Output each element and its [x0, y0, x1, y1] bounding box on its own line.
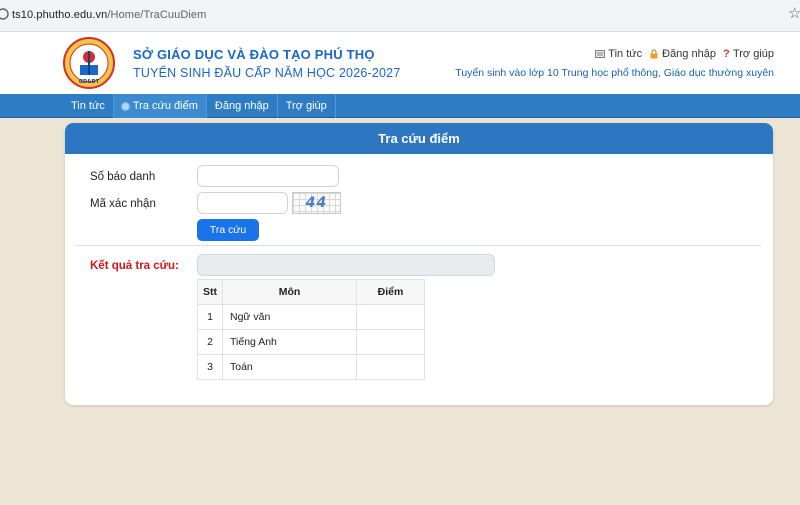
cell-stt: 2	[197, 329, 223, 355]
nav-item-score-lookup[interactable]: Tra cứu điểm	[113, 94, 207, 118]
bookmark-star-icon[interactable]: ☆	[788, 6, 800, 21]
col-mon: Môn	[222, 279, 357, 305]
site-info-icon[interactable]	[0, 7, 10, 21]
score-lookup-card: Tra cứu điểm Số báo danh Mã xác nhận 44 …	[65, 123, 773, 405]
lookup-button[interactable]: Tra cứu	[197, 219, 259, 241]
nav-item-login[interactable]: Đăng nhập	[207, 94, 278, 118]
url-path: /Home/TraCuuDiem	[107, 9, 207, 21]
site-subtitle-year: TUYỂN SINH ĐẦU CẤP NĂM HỌC 2026-2027	[133, 66, 401, 80]
toplink-help[interactable]: ? Trợ giúp	[723, 48, 774, 60]
toplink-help-label: Trợ giúp	[732, 48, 774, 60]
cell-stt: 1	[197, 304, 223, 330]
result-label: Kết quả tra cứu:	[90, 260, 179, 272]
cell-stt: 3	[197, 354, 223, 380]
divider	[75, 245, 761, 246]
cell-mon: Toán	[222, 354, 357, 380]
nav-item-label: Tin tức	[71, 100, 105, 112]
col-stt: Stt	[197, 279, 223, 305]
cell-diem	[356, 354, 425, 380]
lock-icon	[650, 49, 658, 59]
table-row: 2 Tiếng Anh	[197, 329, 425, 355]
nav-item-label: Trợ giúp	[285, 100, 327, 112]
table-header-row: Stt Môn Điểm	[197, 279, 425, 305]
newspaper-icon	[595, 50, 606, 58]
dot-icon	[121, 102, 129, 110]
url-field[interactable]: ts10.phutho.edu.vn/Home/TraCuuDiem	[12, 9, 206, 21]
cell-diem	[356, 329, 425, 355]
svg-text:GD&ĐT: GD&ĐT	[79, 79, 100, 85]
table-row: 3 Toán	[197, 354, 425, 380]
cell-diem	[356, 304, 425, 330]
main-nav: Tin tức Tra cứu điểm Đăng nhập Trợ giúp	[0, 94, 800, 118]
nav-item-help[interactable]: Trợ giúp	[278, 94, 336, 118]
card-heading: Tra cứu điểm	[65, 123, 773, 154]
browser-address-bar: ts10.phutho.edu.vn/Home/TraCuuDiem ☆	[0, 0, 800, 32]
toplink-news[interactable]: Tin tức	[595, 48, 642, 60]
col-diem: Điểm	[356, 279, 425, 305]
result-field	[197, 254, 495, 276]
cell-mon: Tiếng Anh	[222, 329, 357, 355]
sbd-label: Số báo danh	[90, 171, 156, 183]
toplink-login[interactable]: Đăng nhập	[649, 48, 716, 60]
toplink-news-label: Tin tức	[608, 48, 643, 60]
table-row: 1 Ngữ văn	[197, 304, 425, 330]
site-header: GD&ĐT SỞ GIÁO DỤC VÀ ĐÀO TẠO PHÚ THỌ TUY…	[0, 32, 800, 94]
captcha-label: Mã xác nhận	[90, 198, 156, 210]
cell-mon: Ngữ văn	[222, 304, 357, 330]
nav-item-label: Tra cứu điểm	[132, 100, 198, 112]
url-host: ts10.phutho.edu.vn	[12, 9, 108, 21]
nav-item-news[interactable]: Tin tức	[63, 94, 114, 118]
scores-table: Stt Môn Điểm 1 Ngữ văn 2 Tiếng Anh 3 Toá…	[197, 279, 425, 380]
site-title: SỞ GIÁO DỤC VÀ ĐÀO TẠO PHÚ THỌ	[133, 47, 375, 62]
captcha-image[interactable]: 44	[292, 192, 341, 214]
header-tagline: Tuyển sinh vào lớp 10 Trung học phổ thôn…	[455, 67, 774, 79]
question-icon: ?	[722, 48, 730, 60]
top-links: Tin tức Đăng nhập ? Trợ giúp	[595, 48, 774, 60]
captcha-input[interactable]	[197, 192, 288, 214]
department-logo: GD&ĐT	[63, 37, 115, 89]
nav-item-label: Đăng nhập	[214, 100, 269, 112]
toplink-login-label: Đăng nhập	[662, 48, 716, 60]
sbd-input[interactable]	[197, 165, 339, 187]
